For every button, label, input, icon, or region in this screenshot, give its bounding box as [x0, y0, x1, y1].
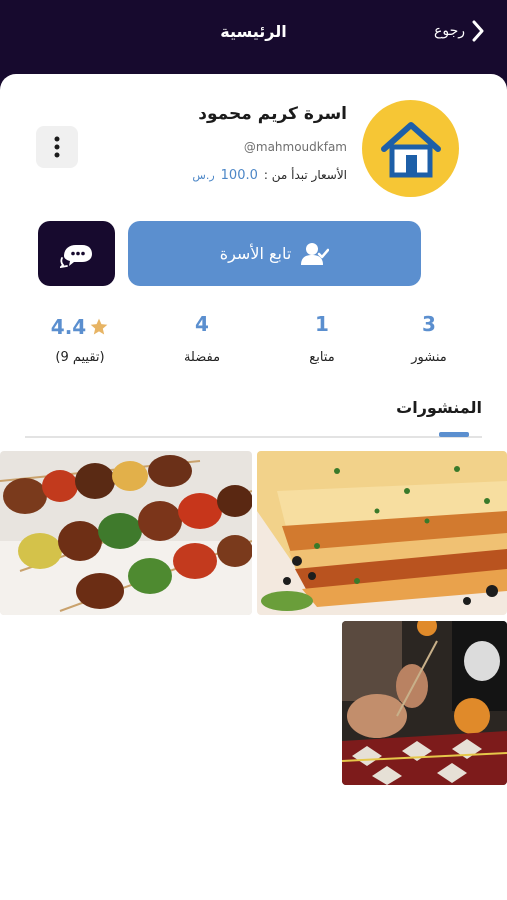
home-icon: [380, 121, 441, 177]
followers-label: متابع: [309, 350, 335, 365]
chat-button[interactable]: [38, 221, 115, 286]
more-vertical-icon: [54, 136, 60, 158]
back-button[interactable]: رجوع: [434, 20, 485, 42]
price-prefix: الأسعار تبدأ من :: [263, 168, 347, 182]
stat-rating[interactable]: 4.4 (تقييم 9): [40, 312, 120, 365]
stat-favorites[interactable]: 4 مفضلة: [167, 312, 237, 365]
follow-label: تابع الأسرة: [219, 244, 292, 263]
posts-count: 3: [422, 312, 436, 336]
page-title: الرئيسية: [220, 22, 287, 41]
price-value: 100.0: [220, 168, 258, 183]
rating-value: 4.4: [50, 315, 87, 339]
price-currency: ر.س: [192, 169, 215, 182]
family-name: اسرة كريم محمود: [198, 104, 347, 124]
section-divider: [25, 436, 482, 438]
post-kebab-image[interactable]: [0, 451, 252, 615]
follow-family-button[interactable]: تابع الأسرة: [128, 221, 421, 286]
rating-count-label: (تقييم 9): [55, 350, 105, 365]
followers-count: 1: [315, 312, 329, 336]
more-options-button[interactable]: [36, 126, 78, 168]
chat-bubbles-icon: [59, 244, 92, 268]
star-icon: [90, 318, 108, 335]
family-avatar: [362, 100, 459, 197]
stat-posts[interactable]: 3 منشور: [399, 312, 459, 365]
stat-followers[interactable]: 1 متابع: [292, 312, 352, 365]
posts-section-title[interactable]: المنشورات: [396, 398, 482, 417]
posts-label: منشور: [411, 350, 447, 365]
post-lasagna-image[interactable]: [257, 451, 507, 615]
chevron-right-icon: [472, 20, 484, 42]
back-label: رجوع: [433, 23, 465, 39]
user-check-icon: [301, 242, 330, 265]
starting-price: الأسعار تبدأ من : 100.0 ر.س: [192, 168, 347, 183]
favorites-label: مفضلة: [183, 350, 221, 365]
post-knitting-image[interactable]: [342, 621, 507, 785]
family-handle: @mahmoudkfam: [243, 140, 347, 154]
active-tab-indicator: [439, 432, 469, 437]
favorites-count: 4: [195, 312, 209, 336]
rating-display: 4.4: [40, 312, 120, 342]
